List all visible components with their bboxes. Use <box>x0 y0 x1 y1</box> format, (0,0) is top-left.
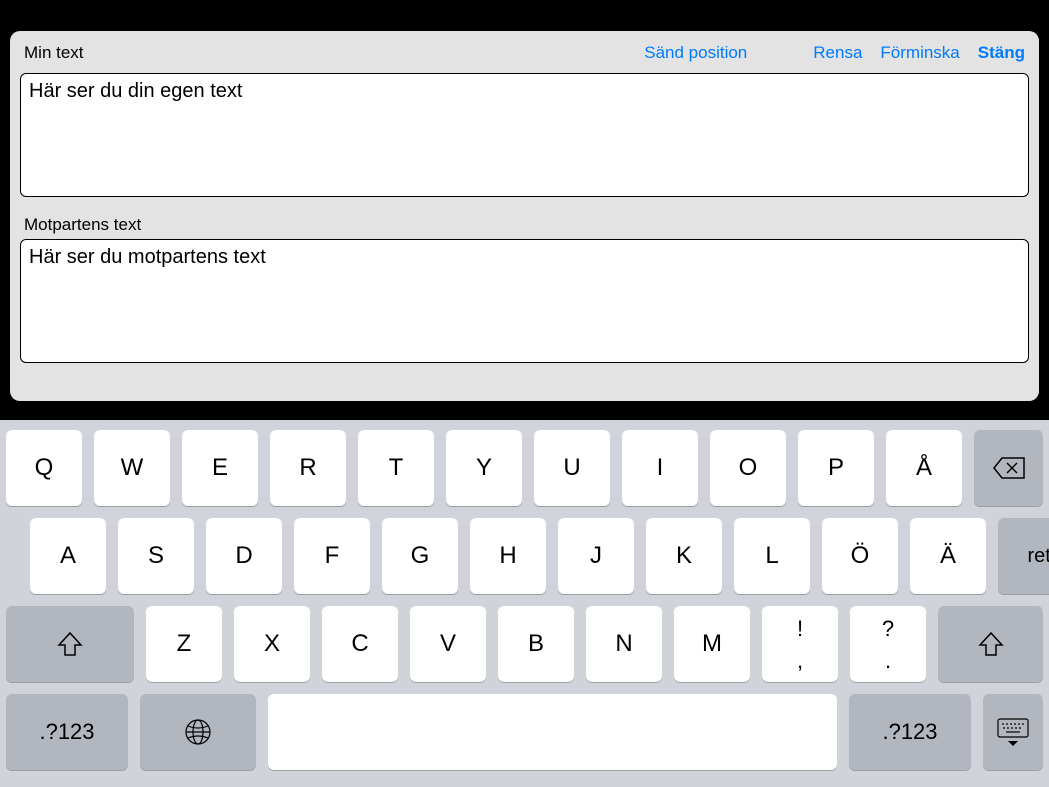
key-h[interactable]: H <box>470 518 546 594</box>
send-position-link[interactable]: Sänd position <box>644 43 747 63</box>
key-question-label: ? <box>882 616 894 642</box>
key-hide-keyboard[interactable] <box>983 694 1043 770</box>
key-a[interactable]: A <box>30 518 106 594</box>
key-z[interactable]: Z <box>146 606 222 682</box>
globe-icon <box>184 718 212 746</box>
key-period[interactable]: ? . <box>850 606 926 682</box>
close-link[interactable]: Stäng <box>978 43 1025 63</box>
key-b[interactable]: B <box>498 606 574 682</box>
key-e[interactable]: E <box>182 430 258 506</box>
key-c[interactable]: C <box>322 606 398 682</box>
shift-icon <box>978 631 1004 657</box>
other-text-input[interactable]: Här ser du motpartens text <box>20 239 1029 363</box>
minimize-link[interactable]: Förminska <box>880 43 959 63</box>
other-text-value: Här ser du motpartens text <box>29 246 266 268</box>
keyboard-row-1: Q W E R T Y U I O P Å <box>6 430 1043 506</box>
text-panel: Min text Sänd position Rensa Förminska S… <box>10 31 1039 401</box>
key-j[interactable]: J <box>558 518 634 594</box>
key-backspace[interactable] <box>974 430 1043 506</box>
key-d[interactable]: D <box>206 518 282 594</box>
top-actions: Sänd position Rensa Förminska Stäng <box>644 43 1025 63</box>
key-o[interactable]: O <box>710 430 786 506</box>
my-text-input[interactable]: Här ser du din egen text <box>20 73 1029 197</box>
key-y[interactable]: Y <box>446 430 522 506</box>
keyboard-row-4: .?123 .?123 <box>6 694 1043 770</box>
key-odia[interactable]: Ö <box>822 518 898 594</box>
key-aring[interactable]: Å <box>886 430 962 506</box>
backspace-icon <box>992 456 1026 480</box>
key-p[interactable]: P <box>798 430 874 506</box>
key-m[interactable]: M <box>674 606 750 682</box>
key-adia[interactable]: Ä <box>910 518 986 594</box>
key-shift-left[interactable] <box>6 606 134 682</box>
key-i[interactable]: I <box>622 430 698 506</box>
key-shift-right[interactable] <box>938 606 1043 682</box>
keyboard: Q W E R T Y U I O P Å A S D F G H J K L … <box>0 420 1049 787</box>
spacer <box>765 43 795 63</box>
key-w[interactable]: W <box>94 430 170 506</box>
hide-keyboard-icon <box>996 717 1030 747</box>
key-n[interactable]: N <box>586 606 662 682</box>
key-f[interactable]: F <box>294 518 370 594</box>
key-period-label: . <box>885 648 891 674</box>
key-u[interactable]: U <box>534 430 610 506</box>
keyboard-row-2: A S D F G H J K L Ö Ä retur <box>6 518 1043 594</box>
top-bar: Min text Sänd position Rensa Förminska S… <box>20 43 1029 73</box>
key-x[interactable]: X <box>234 606 310 682</box>
other-text-label: Motpartens text <box>20 215 1029 239</box>
key-globe[interactable] <box>140 694 256 770</box>
key-v[interactable]: V <box>410 606 486 682</box>
clear-link[interactable]: Rensa <box>813 43 862 63</box>
key-comma-label: , <box>797 648 803 674</box>
key-l[interactable]: L <box>734 518 810 594</box>
key-s[interactable]: S <box>118 518 194 594</box>
my-text-value: Här ser du din egen text <box>29 80 242 102</box>
key-space[interactable] <box>268 694 837 770</box>
key-q[interactable]: Q <box>6 430 82 506</box>
key-k[interactable]: K <box>646 518 722 594</box>
key-g[interactable]: G <box>382 518 458 594</box>
key-mode-right[interactable]: .?123 <box>849 694 971 770</box>
key-comma[interactable]: ! , <box>762 606 838 682</box>
key-r[interactable]: R <box>270 430 346 506</box>
key-return[interactable]: retur <box>998 518 1049 594</box>
key-t[interactable]: T <box>358 430 434 506</box>
keyboard-row-3: Z X C V B N M ! , ? . <box>6 606 1043 682</box>
key-mode-left[interactable]: .?123 <box>6 694 128 770</box>
panel-title: Min text <box>24 43 84 63</box>
shift-icon <box>57 631 83 657</box>
key-exclaim-label: ! <box>797 616 803 642</box>
